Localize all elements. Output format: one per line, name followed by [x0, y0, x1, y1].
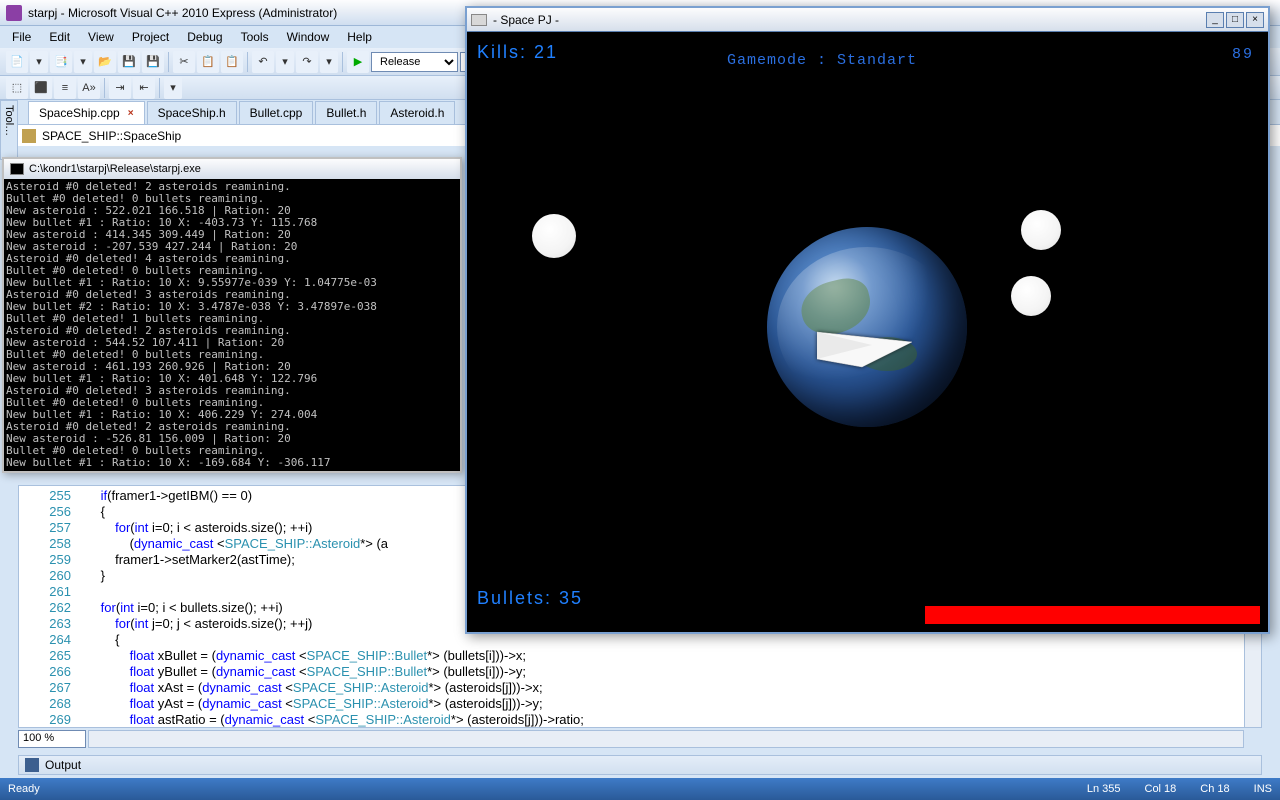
- console-output: Asteroid #0 deleted! 2 asteroids reamini…: [4, 179, 460, 471]
- bookmark-button[interactable]: A»: [78, 77, 100, 99]
- cut-button[interactable]: ✂: [173, 51, 195, 73]
- asteroid: [1011, 276, 1051, 316]
- menu-project[interactable]: Project: [124, 28, 177, 46]
- app-icon: [471, 14, 487, 26]
- toolbox-strip[interactable]: Tool…: [0, 100, 18, 160]
- copy-button[interactable]: 📋: [197, 51, 219, 73]
- add-item-button[interactable]: 📑: [50, 51, 72, 73]
- tab-spaceship-cpp[interactable]: SpaceShip.cpp ×: [28, 101, 145, 124]
- asteroid: [532, 214, 576, 258]
- menu-window[interactable]: Window: [279, 28, 338, 46]
- minimize-button[interactable]: _: [1206, 12, 1224, 28]
- statusbar: Ready Ln 355 Col 18 Ch 18 INS: [0, 778, 1280, 800]
- config-dropdown[interactable]: Release: [371, 52, 458, 72]
- console-window[interactable]: C:\kondr1\starpj\Release\starpj.exe Aste…: [2, 157, 462, 473]
- display-toggle[interactable]: ⬛: [30, 77, 52, 99]
- ide-title: starpj - Microsoft Visual C++ 2010 Expre…: [28, 6, 337, 20]
- new-project-button[interactable]: 📄: [6, 51, 28, 73]
- menu-file[interactable]: File: [4, 28, 39, 46]
- hud-bullets: Bullets: 35: [477, 588, 583, 610]
- output-panel-tab[interactable]: Output: [18, 755, 1262, 775]
- zoom-dropdown[interactable]: 100 %: [18, 730, 86, 748]
- redo-button[interactable]: ↷: [296, 51, 318, 73]
- hud-kills: Kills: 21: [477, 42, 558, 64]
- horizontal-scrollbar[interactable]: [88, 730, 1244, 748]
- vs-icon: [6, 5, 22, 21]
- menu-debug[interactable]: Debug: [179, 28, 230, 46]
- toolbar-overflow[interactable]: ▾: [164, 77, 182, 99]
- terminal-icon: [10, 163, 24, 175]
- output-icon: [25, 758, 39, 772]
- class-icon: [22, 129, 36, 143]
- game-canvas[interactable]: Kills: 21 Gamemode : Standart 89 Bullets…: [467, 32, 1268, 632]
- menu-tools[interactable]: Tools: [233, 28, 277, 46]
- outdent-button[interactable]: ⇤: [133, 77, 155, 99]
- close-icon[interactable]: ×: [128, 108, 134, 119]
- add-dropdown[interactable]: ▾: [74, 51, 92, 73]
- undo-dropdown[interactable]: ▾: [276, 51, 294, 73]
- menu-view[interactable]: View: [80, 28, 122, 46]
- tab-asteroid-h[interactable]: Asteroid.h: [379, 101, 455, 124]
- tab-spaceship-h[interactable]: SpaceShip.h: [147, 101, 237, 124]
- game-titlebar[interactable]: - Space PJ - _ □ ×: [467, 8, 1268, 32]
- player-spaceship: [817, 317, 917, 382]
- health-bar: [925, 606, 1260, 624]
- tab-bullet-h[interactable]: Bullet.h: [315, 101, 377, 124]
- open-button[interactable]: 📂: [94, 51, 116, 73]
- paste-button[interactable]: 📋: [221, 51, 243, 73]
- save-button[interactable]: 💾: [118, 51, 140, 73]
- indent-button[interactable]: ⇥: [109, 77, 131, 99]
- menu-help[interactable]: Help: [339, 28, 380, 46]
- redo-dropdown[interactable]: ▾: [320, 51, 338, 73]
- game-window[interactable]: - Space PJ - _ □ × Kills: 21 Gamemode : …: [465, 6, 1270, 634]
- maximize-button[interactable]: □: [1226, 12, 1244, 28]
- status-ch: Ch 18: [1200, 783, 1229, 795]
- hud-gamemode: Gamemode : Standart: [727, 52, 917, 69]
- save-all-button[interactable]: 💾: [142, 51, 164, 73]
- new-dropdown[interactable]: ▾: [30, 51, 48, 73]
- status-col: Col 18: [1145, 783, 1177, 795]
- menu-edit[interactable]: Edit: [41, 28, 78, 46]
- console-titlebar[interactable]: C:\kondr1\starpj\Release\starpj.exe: [4, 159, 460, 179]
- undo-button[interactable]: ↶: [252, 51, 274, 73]
- line-gutter: 2552562572582592602612622632642652662672…: [19, 486, 79, 727]
- close-button[interactable]: ×: [1246, 12, 1264, 28]
- selection-icon[interactable]: ⬚: [6, 77, 28, 99]
- status-ready: Ready: [8, 783, 40, 795]
- hud-score: 89: [1232, 46, 1254, 63]
- comment-button[interactable]: ≡: [54, 77, 76, 99]
- start-debug-button[interactable]: ▶: [347, 51, 369, 73]
- status-line: Ln 355: [1087, 783, 1121, 795]
- tab-bullet-cpp[interactable]: Bullet.cpp: [239, 101, 314, 124]
- status-ins: INS: [1254, 783, 1272, 795]
- asteroid: [1021, 210, 1061, 250]
